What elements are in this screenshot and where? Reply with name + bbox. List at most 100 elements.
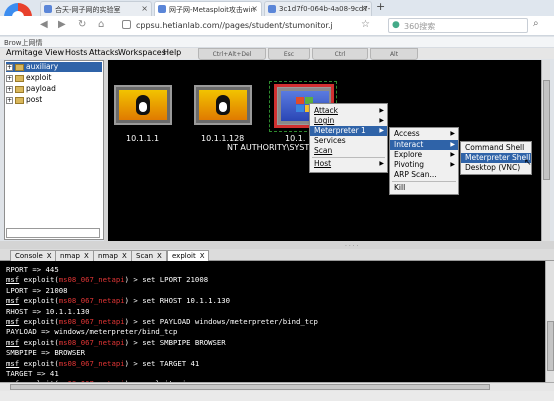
tab-close-icon[interactable]: X	[122, 252, 127, 260]
menu-item-interact[interactable]: Interact ▶	[390, 140, 458, 150]
menu-item-scan[interactable]: Scan	[310, 146, 387, 156]
host-10-1-1-128[interactable]	[194, 85, 252, 125]
browser-tab-label: 网子网-Metasploit攻击win	[169, 6, 256, 14]
search-engine-icon: ●	[392, 20, 400, 30]
expand-icon[interactable]: +	[6, 85, 13, 93]
scrollbar-thumb[interactable]	[10, 384, 490, 390]
tab-nmap-2[interactable]: nmap X	[93, 250, 132, 261]
menu-view[interactable]: View	[45, 48, 64, 57]
menu-item-meterpreter-shell[interactable]: Meterpreter Shell	[461, 153, 531, 163]
horizontal-splitter[interactable]: · · · ·	[0, 241, 554, 250]
reload-icon[interactable]: ↻	[78, 19, 86, 30]
menu-item-services[interactable]: Services	[310, 136, 387, 146]
submenu-arrow-icon: ▶	[450, 151, 455, 158]
console-line: SMBPIPE => BROWSER	[6, 348, 86, 358]
menu-workspaces[interactable]: Workspaces	[118, 48, 166, 57]
console-line: RHOST => 10.1.1.130	[6, 306, 90, 316]
menu-item-kill[interactable]: Kill	[390, 183, 458, 193]
scrollbar-thumb[interactable]	[547, 321, 554, 371]
menu-item-login[interactable]: Login ▶	[310, 116, 387, 126]
host-10-1-1-1[interactable]	[114, 85, 172, 125]
vnc-esc-button[interactable]: Esc	[268, 48, 310, 60]
browser-tab-label: 合天-网子网的实验室	[55, 6, 121, 14]
expand-icon[interactable]: +	[6, 63, 13, 71]
tree-item-payload[interactable]: + payload	[6, 84, 56, 94]
tab-close-icon[interactable]: X	[47, 252, 52, 260]
search-icon[interactable]: ⌕	[533, 18, 539, 29]
menu-separator	[312, 157, 385, 158]
tree-item-post[interactable]: + post	[6, 95, 42, 105]
submenu-arrow-icon: ▶	[379, 107, 384, 114]
linux-tux-icon	[136, 95, 150, 115]
tab-close-icon[interactable]: X	[84, 252, 89, 260]
browser-tab-3[interactable]: 3c1d7f0-064b-4a08-9cd7- ×	[264, 1, 372, 16]
console-line: msf exploit(ms08_067_netapi) > set SMBPI…	[6, 337, 226, 347]
url-field[interactable]: cppsu.hetianlab.com//pages/student/stumo…	[136, 21, 333, 30]
browser-tab-2[interactable]: 网子网-Metasploit攻击win ×	[154, 1, 262, 16]
tab-favicon-icon	[268, 5, 276, 13]
console-line: PAYLOAD => windows/meterpreter/bind_tcp	[6, 327, 178, 337]
mouse-cursor-icon: ↖	[524, 158, 532, 168]
horizontal-scrollbar[interactable]	[0, 382, 554, 391]
expand-icon[interactable]: +	[6, 74, 13, 82]
expand-icon[interactable]: +	[6, 96, 13, 104]
menu-help[interactable]: Help	[163, 48, 181, 57]
tab-console[interactable]: Console X	[10, 250, 57, 261]
folder-icon	[15, 85, 24, 93]
tab-close-icon[interactable]: X	[200, 252, 205, 260]
bookmark-item[interactable]: Brow上网情	[4, 38, 43, 48]
host-context-menu: Attack ▶ Login ▶ Meterpreter 1 ▶ Services S…	[309, 103, 388, 173]
tab-nmap-1[interactable]: nmap X	[55, 250, 94, 261]
submenu-arrow-icon: ▶	[450, 130, 455, 137]
menu-item-attack[interactable]: Attack ▶	[310, 106, 387, 116]
menu-item-meterpreter[interactable]: Meterpreter 1 ▶	[310, 126, 387, 136]
submenu-arrow-icon: ▶	[450, 141, 455, 148]
home-icon[interactable]: ⌂	[98, 19, 104, 30]
menu-armitage[interactable]: Armitage	[6, 48, 43, 57]
submenu-arrow-icon: ▶	[379, 127, 384, 134]
tab-close-icon[interactable]: ×	[251, 4, 258, 13]
tab-exploit[interactable]: exploit X	[167, 250, 210, 261]
menu-item-host[interactable]: Host ▶	[310, 159, 387, 169]
tab-close-icon[interactable]: X	[157, 252, 162, 260]
tree-item-exploit[interactable]: + exploit	[6, 73, 51, 83]
bookmark-star-icon[interactable]: ☆	[361, 19, 370, 30]
vnc-alt-button[interactable]: Alt	[370, 48, 418, 60]
folder-icon	[15, 63, 24, 71]
module-search-input[interactable]	[6, 228, 100, 238]
vnc-ctrl-alt-del-button[interactable]: Ctrl+Alt+Del	[198, 48, 266, 60]
menu-item-arp-scan[interactable]: ARP Scan...	[390, 170, 458, 180]
browser-tab-1[interactable]: 合天-网子网的实验室 ×	[40, 1, 152, 16]
menu-attacks[interactable]: Attacks	[89, 48, 119, 57]
tab-close-icon[interactable]: ×	[141, 4, 148, 13]
back-icon[interactable]: ◀	[40, 19, 48, 30]
menu-item-command-shell[interactable]: Command Shell	[461, 143, 531, 153]
browser-tab-label: 3c1d7f0-064b-4a08-9cd7-	[279, 5, 371, 13]
forward-icon[interactable]: ▶	[58, 19, 66, 30]
new-tab-button[interactable]: +	[376, 0, 385, 13]
menu-item-access[interactable]: Access ▶	[390, 129, 458, 139]
tab-close-icon[interactable]: ×	[361, 4, 368, 13]
console-line: msf exploit(ms08_067_netapi) > set RHOST…	[6, 296, 231, 306]
vnc-ctrl-button[interactable]: Ctrl	[312, 48, 368, 60]
console-line: RPORT => 445	[6, 265, 59, 274]
tree-item-auxiliary[interactable]: + auxiliary	[6, 62, 102, 72]
tab-favicon-icon	[158, 5, 166, 13]
tab-favicon-icon	[44, 5, 52, 13]
graph-scrollbar[interactable]	[541, 60, 550, 241]
host-label: 10.1.1.1	[126, 134, 160, 143]
menu-item-pivoting[interactable]: Pivoting ▶	[390, 160, 458, 170]
scrollbar-thumb[interactable]	[543, 80, 550, 180]
submenu-arrow-icon: ▶	[450, 161, 455, 168]
menu-item-explore[interactable]: Explore ▶	[390, 150, 458, 160]
host-caption: NT AUTHORITY\SYSTEM	[227, 143, 322, 152]
meterpreter-submenu: Access ▶ Interact ▶ Explore ▶ Pivoting ▶ ARP…	[389, 127, 459, 195]
menu-hosts[interactable]: Hosts	[65, 48, 87, 57]
console-scrollbar[interactable]	[545, 261, 554, 382]
search-placeholder: 360搜索	[404, 22, 436, 31]
menu-item-desktop-vnc[interactable]: Desktop (VNC)	[461, 163, 531, 173]
page-info-icon[interactable]	[122, 20, 131, 29]
tab-scan[interactable]: Scan X	[131, 250, 167, 261]
menu-separator	[392, 181, 456, 182]
console-line: msf exploit(ms08_067_netapi) > set PAYLO…	[6, 317, 318, 326]
